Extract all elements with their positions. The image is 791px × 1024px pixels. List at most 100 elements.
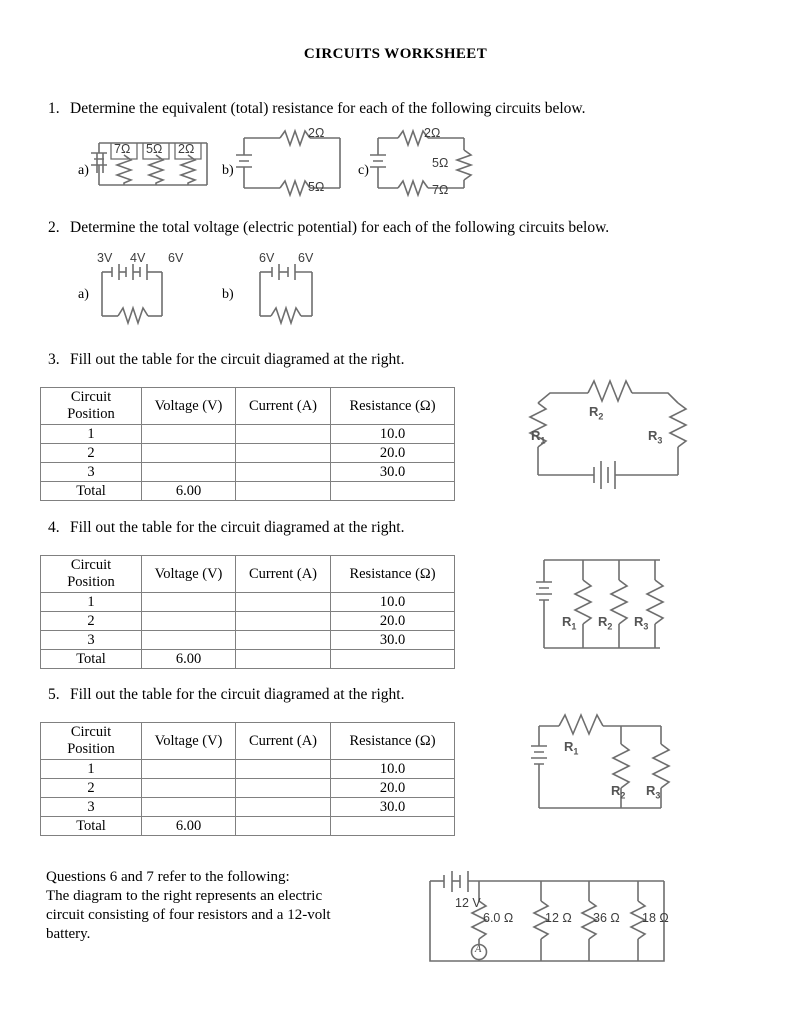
table-row: 3 30.0	[40, 462, 455, 482]
cell-position: 3	[40, 630, 142, 650]
header-pos-line2: Position	[67, 406, 115, 422]
cell-position: 2	[40, 611, 142, 631]
resistor-label-1a-1: 7Ω	[114, 142, 131, 156]
cell-voltage: 6.00	[141, 481, 236, 501]
header-pos-line2: Position	[67, 741, 115, 757]
cell-current[interactable]	[235, 759, 331, 779]
question-1-number: 1.	[48, 100, 60, 117]
cell-current[interactable]	[235, 816, 331, 836]
header-circuit-position: Circuit Position	[40, 722, 142, 760]
question-4-text: 4. Fill out the table for the circuit dia…	[48, 519, 404, 537]
cell-position: 2	[40, 778, 142, 798]
resistor-label-q5-r2: R2	[611, 783, 626, 801]
cell-current[interactable]	[235, 443, 331, 463]
question-2a-label: a)	[78, 287, 89, 302]
question-3-body: Fill out the table for the circuit diagr…	[70, 351, 405, 368]
question-5-number: 5.	[48, 686, 60, 703]
intro-line-1: Questions 6 and 7 refer to the following…	[46, 869, 290, 885]
header-circuit-position: Circuit Position	[40, 387, 142, 425]
cell-voltage[interactable]	[141, 797, 236, 817]
circuit-question-5	[531, 712, 671, 817]
resistor-label-18ohm: 18 Ω	[642, 911, 669, 925]
cell-voltage: 6.00	[141, 816, 236, 836]
resistor-label-1c-3: 7Ω	[432, 183, 449, 197]
resistor-label-6ohm: 6.0 Ω	[483, 911, 514, 925]
cell-current[interactable]	[235, 424, 331, 444]
header-resistance: Resistance (Ω)	[330, 555, 455, 593]
cell-label-2b-2: 6V	[298, 251, 314, 265]
header-current: Current (A)	[235, 387, 331, 425]
cell-position: 3	[40, 797, 142, 817]
intro-line-3: circuit consisting of four resistors and…	[46, 907, 331, 923]
table-row-total: Total 6.00	[40, 481, 455, 501]
cell-current[interactable]	[235, 462, 331, 482]
header-resistance: Resistance (Ω)	[330, 722, 455, 760]
cell-resistance[interactable]	[330, 816, 455, 836]
cell-resistance: 30.0	[330, 630, 455, 650]
cell-position: Total	[40, 649, 142, 669]
intro-line-2: The diagram to the right represents an e…	[46, 888, 323, 904]
cell-resistance: 30.0	[330, 797, 455, 817]
table-row: 3 30.0	[40, 797, 455, 817]
cell-voltage[interactable]	[141, 462, 236, 482]
circuit-2a	[100, 264, 196, 326]
resistor-label-1a-3: 2Ω	[178, 142, 195, 156]
question-1-text: 1. Determine the equivalent (total) resis…	[48, 100, 585, 118]
question-3-text: 3. Fill out the table for the circuit dia…	[48, 351, 404, 369]
cell-voltage[interactable]	[141, 611, 236, 631]
header-resistance: Resistance (Ω)	[330, 387, 455, 425]
cell-resistance[interactable]	[330, 649, 455, 669]
question-1b-label: b)	[222, 163, 234, 178]
circuit-1b	[236, 128, 350, 198]
cell-voltage[interactable]	[141, 592, 236, 612]
page-title: CIRCUITS WORKSHEET	[303, 46, 488, 62]
cell-voltage[interactable]	[141, 778, 236, 798]
resistor-label-36ohm: 36 Ω	[593, 911, 620, 925]
question-1c-label: c)	[358, 163, 369, 178]
table-row: 1 10.0	[40, 424, 455, 444]
resistor-label-1b-2: 5Ω	[308, 180, 325, 194]
header-voltage: Voltage (V)	[141, 722, 236, 760]
cell-current[interactable]	[235, 592, 331, 612]
cell-position: Total	[40, 816, 142, 836]
cell-resistance: 10.0	[330, 592, 455, 612]
table-row-total: Total 6.00	[40, 649, 455, 669]
header-circuit-position: Circuit Position	[40, 555, 142, 593]
ammeter-label: A	[475, 944, 482, 955]
cell-position: 1	[40, 424, 142, 444]
question-4-number: 4.	[48, 519, 60, 536]
cell-current[interactable]	[235, 778, 331, 798]
question-3-number: 3.	[48, 351, 60, 368]
cell-voltage[interactable]	[141, 424, 236, 444]
battery-label-12v: 12 V	[455, 896, 481, 910]
table-question-5: Circuit Position Voltage (V) Current (A)…	[40, 722, 455, 836]
resistor-label-q5-r3: R3	[646, 783, 661, 801]
question-5-body: Fill out the table for the circuit diagr…	[70, 686, 405, 703]
resistor-label-q3-r1: R1	[531, 428, 546, 446]
question-4-body: Fill out the table for the circuit diagr…	[70, 519, 405, 536]
header-pos-line1: Circuit	[70, 389, 112, 405]
table-row: 1 10.0	[40, 592, 455, 612]
resistor-label-12ohm: 12 Ω	[545, 911, 572, 925]
cell-current[interactable]	[235, 630, 331, 650]
question-5-text: 5. Fill out the table for the circuit dia…	[48, 686, 404, 704]
cell-voltage[interactable]	[141, 759, 236, 779]
header-current: Current (A)	[235, 555, 331, 593]
table-header-row: Circuit Position Voltage (V) Current (A)…	[40, 555, 455, 593]
cell-voltage[interactable]	[141, 443, 236, 463]
question-1-body: Determine the equivalent (total) resista…	[70, 100, 586, 117]
worksheet-page: CIRCUITS WORKSHEET 1. Determine the equiv…	[0, 0, 791, 1024]
cell-current[interactable]	[235, 611, 331, 631]
resistor-label-1a-2: 5Ω	[146, 142, 163, 156]
cell-resistance: 30.0	[330, 462, 455, 482]
cell-current[interactable]	[235, 649, 331, 669]
cell-position: 1	[40, 759, 142, 779]
circuit-question-3	[528, 375, 688, 490]
cell-current[interactable]	[235, 797, 331, 817]
cell-resistance[interactable]	[330, 481, 455, 501]
cell-resistance: 10.0	[330, 424, 455, 444]
cell-current[interactable]	[235, 481, 331, 501]
cell-voltage[interactable]	[141, 630, 236, 650]
resistor-label-q3-r2: R2	[589, 404, 604, 422]
table-row: 2 20.0	[40, 611, 455, 631]
